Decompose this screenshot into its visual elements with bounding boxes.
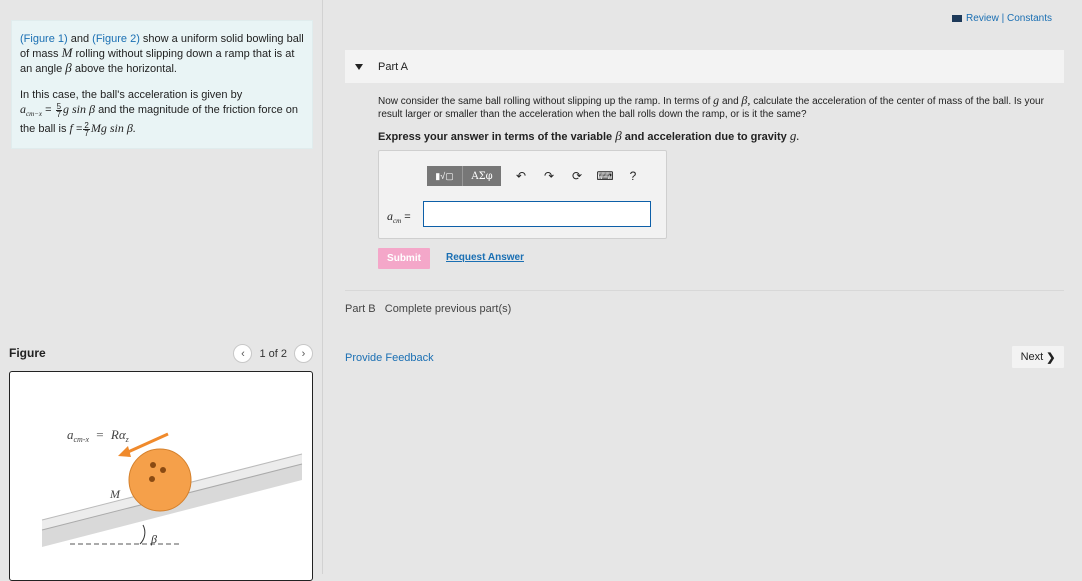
part-b-row: Part B Complete previous part(s) [345, 303, 511, 315]
part-a-header[interactable]: Part A [345, 50, 1064, 83]
angle-label: β [150, 532, 157, 546]
figure-image[interactable]: β acm-x = Rαz M [9, 371, 313, 581]
mass-symbol: M [61, 45, 73, 60]
figure-pager: ‹ 1 of 2 › [233, 344, 313, 363]
fraction-5-7: 57 [55, 101, 63, 119]
bowling-ball [128, 448, 192, 512]
answer-editor: ▮√▢ ΑΣφ ↶ ↷ ⟳ ⌨ ? acm = [378, 150, 667, 239]
undo-icon[interactable]: ↶ [513, 168, 529, 184]
part-a-label[interactable]: Part A [378, 61, 408, 73]
finger-hole [149, 476, 155, 482]
help-icon[interactable]: ? [625, 168, 641, 184]
figure-title: Figure [9, 346, 46, 360]
divider [345, 290, 1064, 291]
next-button[interactable]: Next ❯ [1012, 346, 1064, 368]
figure1-link[interactable]: (Figure 1) [20, 33, 68, 45]
finger-hole [160, 467, 166, 473]
problem-intro: (Figure 1) and (Figure 2) show a uniform… [11, 20, 313, 149]
part-a-instruction: Express your answer in terms of the vari… [378, 128, 800, 143]
figure2-link[interactable]: (Figure 2) [92, 33, 140, 45]
figure-header: Figure ‹ 1 of 2 › [9, 344, 313, 366]
angle-arc [139, 524, 146, 545]
mass-label: M [109, 487, 121, 501]
answer-input[interactable] [423, 201, 651, 227]
redo-icon[interactable]: ↷ [541, 168, 557, 184]
bowling-ball-ramp-diagram: β acm-x = Rαz M [41, 427, 303, 547]
pager-text: 1 of 2 [259, 347, 287, 360]
request-answer-link[interactable]: Request Answer [446, 252, 524, 263]
part-a-question: Now consider the same ball rolling witho… [378, 93, 1044, 121]
chevron-left-icon[interactable]: ‹ [233, 344, 253, 363]
fraction-2-7: 27 [83, 120, 90, 138]
math-toolbar: ▮√▢ ΑΣφ ↶ ↷ ⟳ ⌨ ? [427, 165, 641, 187]
triangle-down-icon[interactable] [355, 63, 363, 70]
acceleration-paragraph: In this case, the ball's acceleration is… [20, 89, 299, 138]
keyboard-icon[interactable]: ⌨ [596, 168, 613, 184]
part-b-status: Complete previous part(s) [384, 303, 512, 315]
left-panel: (Figure 1) and (Figure 2) show a uniform… [0, 0, 323, 581]
provide-feedback-link[interactable]: Provide Feedback [345, 352, 434, 364]
answer-label: acm = [387, 209, 411, 226]
part-b-label: Part B [345, 303, 376, 315]
templates-button[interactable]: ▮√▢ [427, 166, 463, 186]
reset-icon[interactable]: ⟳ [569, 168, 585, 184]
finger-hole [150, 462, 156, 468]
friction-equation: f = 2 7 Mg sin β. [69, 120, 136, 138]
book-icon [952, 15, 963, 22]
greek-symbols-button[interactable]: ΑΣφ [463, 166, 501, 186]
submit-button[interactable]: Submit [378, 248, 430, 269]
angle-symbol: β [65, 60, 72, 75]
chevron-right-icon: ❯ [1046, 351, 1056, 364]
arrow-head [118, 446, 131, 457]
chevron-right-icon[interactable]: › [294, 344, 313, 363]
acceleration-equation: acm−x = 57g sin β [20, 101, 95, 119]
label-acm-x: acm-x = Rαz [67, 427, 130, 445]
review-constants-link[interactable]: Review | Constants [952, 13, 1052, 24]
intro-paragraph: (Figure 1) and (Figure 2) show a uniform… [20, 33, 304, 75]
